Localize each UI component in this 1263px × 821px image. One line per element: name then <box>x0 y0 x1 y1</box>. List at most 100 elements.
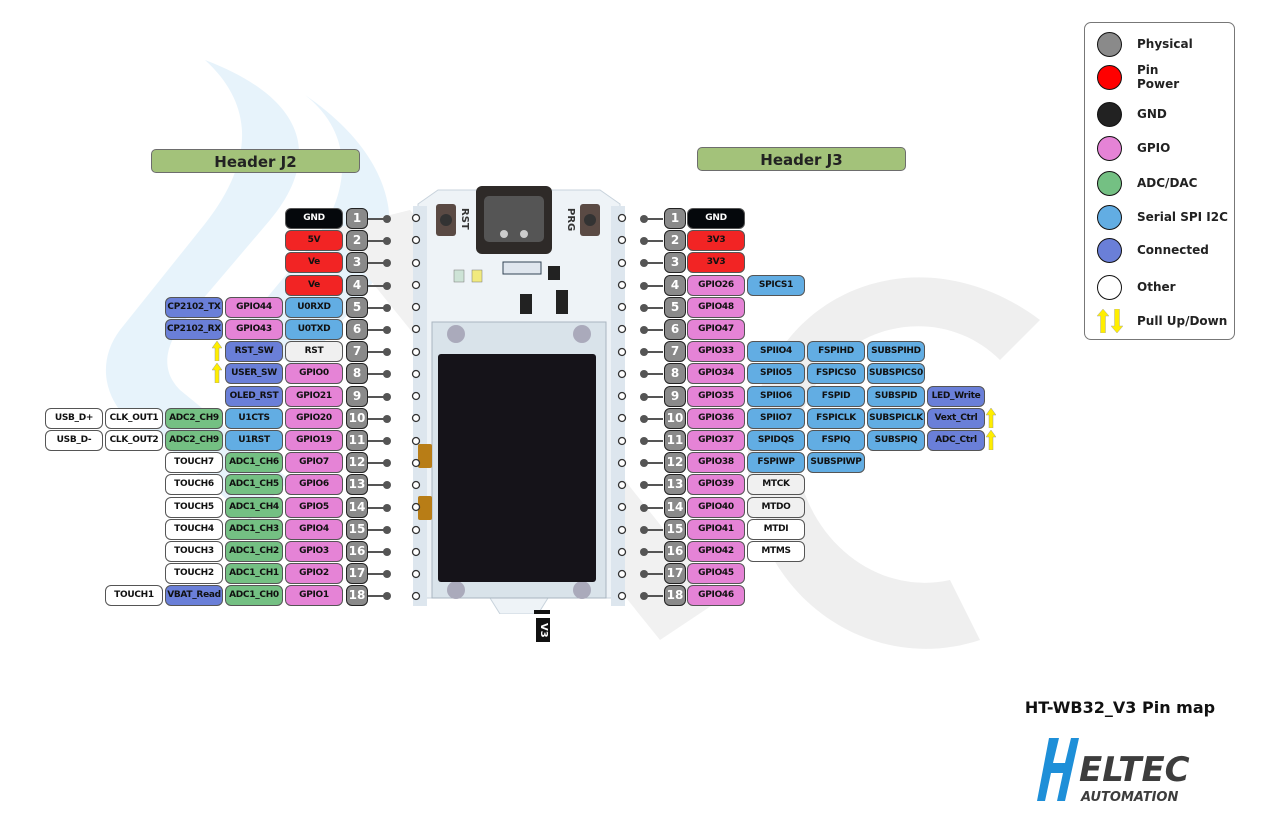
oled-screen <box>438 354 596 582</box>
legend-swatch-icon <box>1097 136 1122 161</box>
pin-function-other: TOUCH3 <box>165 541 223 562</box>
pin-function-other2: MTCK <box>747 474 805 495</box>
rst-button <box>436 204 456 236</box>
pull-up-arrow-icon <box>986 430 996 450</box>
pin-number-badge: 5 <box>346 297 368 318</box>
pin-function-adc: ADC1_CH0 <box>225 585 283 606</box>
pin-number-badge: 16 <box>346 541 368 562</box>
pin-function-power: 5V <box>285 230 343 251</box>
pin-dot <box>640 570 648 578</box>
pin-dot <box>383 459 391 467</box>
pin-number-badge: 7 <box>664 341 686 362</box>
pin-function-serial: SUBSPIHD <box>867 341 925 362</box>
pin-function-other: TOUCH4 <box>165 519 223 540</box>
pin-function-serial: FSPICS0 <box>807 363 865 384</box>
pin-dot <box>383 393 391 401</box>
pin-dot <box>640 481 648 489</box>
pin-dot <box>640 259 648 267</box>
pin-function-adc: ADC2_CH9 <box>165 430 223 451</box>
pin-function-conn: VBAT_Read <box>165 585 223 606</box>
pin-number-badge: 10 <box>664 408 686 429</box>
legend-item: Serial SPI I2C <box>1097 203 1232 233</box>
pin-function-conn: CP2102_TX <box>165 297 223 318</box>
pin-dot <box>383 437 391 445</box>
pin-function-conn: Vext_Ctrl <box>927 408 985 429</box>
pin-number-badge: 16 <box>664 541 686 562</box>
pin-dot <box>383 348 391 356</box>
page-title: HT-WB32_V3 Pin map <box>1024 698 1216 717</box>
pin-function-gnd: GND <box>687 208 745 229</box>
pin-function-serial: SPIIO7 <box>747 408 805 429</box>
pin-dot <box>640 437 648 445</box>
pin-number-badge: 5 <box>664 297 686 318</box>
pin-function-other2: MTDO <box>747 497 805 518</box>
pin-dot <box>383 215 391 223</box>
pin-function-gpio: GPIO47 <box>687 319 745 340</box>
pin-function-serial: SUBSPID <box>867 386 925 407</box>
pin-function-other: TOUCH2 <box>165 563 223 584</box>
pin-function-gpio: GPIO0 <box>285 363 343 384</box>
pin-function-power: Ve <box>285 252 343 273</box>
pin-function-other: TOUCH6 <box>165 474 223 495</box>
pin-function-gpio: GPIO42 <box>687 541 745 562</box>
pin-number-badge: 11 <box>664 430 686 451</box>
pin-number-badge: 9 <box>664 386 686 407</box>
pin-function-other: CLK_OUT2 <box>105 430 163 451</box>
legend-label: Serial SPI I2C <box>1137 210 1228 224</box>
pin-function-other: TOUCH1 <box>105 585 163 606</box>
pin-function-gpio: GPIO26 <box>687 275 745 296</box>
pin-function-conn: ADC_Ctrl <box>927 430 985 451</box>
legend-item: Connected <box>1097 236 1232 266</box>
pin-function-conn: USER_SW <box>225 363 283 384</box>
pin-function-adc: ADC1_CH3 <box>225 519 283 540</box>
pin-function-serial: SPIIO6 <box>747 386 805 407</box>
pin-number-badge: 4 <box>664 275 686 296</box>
pin-number-badge: 18 <box>346 585 368 606</box>
pin-function-serial: SPIIO4 <box>747 341 805 362</box>
pin-dot <box>640 415 648 423</box>
legend-swatch-icon <box>1097 205 1122 230</box>
pin-number-badge: 8 <box>346 363 368 384</box>
pin-number-badge: 6 <box>346 319 368 340</box>
pin-function-serial: SUBSPICS0 <box>867 363 925 384</box>
pin-number-badge: 7 <box>346 341 368 362</box>
pin-function-gpio: GPIO37 <box>687 430 745 451</box>
board-image: RST PRG <box>411 186 627 614</box>
pin-number-badge: 6 <box>664 319 686 340</box>
pin-function-serial: FSPID <box>807 386 865 407</box>
pin-function-serial: U1RST <box>225 430 283 451</box>
pin-number-badge: 14 <box>664 497 686 518</box>
pin-number-badge: 12 <box>664 452 686 473</box>
pin-function-power: Ve <box>285 275 343 296</box>
pin-dot <box>383 592 391 600</box>
pin-dot <box>640 504 648 512</box>
pin-function-gpio: GPIO2 <box>285 563 343 584</box>
pin-dot <box>640 526 648 534</box>
pin-function-other: MTDI <box>747 519 805 540</box>
pull-up-arrow-icon <box>986 408 996 428</box>
pin-function-gpio: GPIO43 <box>225 319 283 340</box>
pin-function-gpio: GPIO19 <box>285 430 343 451</box>
pull-up-arrow-icon <box>212 341 222 361</box>
pin-function-power: 3V3 <box>687 252 745 273</box>
pull-up-arrow-icon <box>212 363 222 383</box>
pin-number-badge: 17 <box>346 563 368 584</box>
heltec-logo-mark: ELTEC AUTOMATION <box>1037 738 1190 805</box>
pin-function-gpio: GPIO20 <box>285 408 343 429</box>
pin-number-badge: 3 <box>346 252 368 273</box>
legend-item: Physical <box>1097 30 1232 60</box>
pin-function-conn: OLED_RST <box>225 386 283 407</box>
pin-dot <box>640 304 648 312</box>
legend-item: ADC/DAC <box>1097 169 1232 199</box>
pin-function-gpio: GPIO33 <box>687 341 745 362</box>
usb-c-connector <box>476 186 552 254</box>
board-version-label: V3 <box>536 618 550 642</box>
pin-dot <box>383 370 391 378</box>
pin-dot <box>383 548 391 556</box>
pin-number-badge: 9 <box>346 386 368 407</box>
pin-dot <box>640 348 648 356</box>
pin-function-serial: U1CTS <box>225 408 283 429</box>
pin-function-gpio: GPIO5 <box>285 497 343 518</box>
pin-number-badge: 11 <box>346 430 368 451</box>
pin-function-gpio: GPIO36 <box>687 408 745 429</box>
